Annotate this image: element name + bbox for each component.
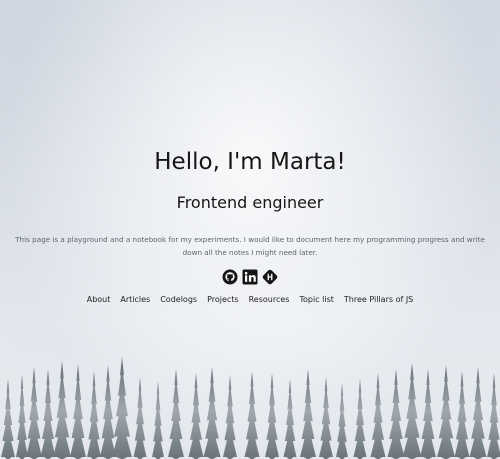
nav-link-about[interactable]: About bbox=[87, 294, 111, 306]
linkedin-icon[interactable] bbox=[242, 269, 258, 285]
hashnode-icon[interactable] bbox=[262, 269, 278, 285]
page-title: Hello, I'm Marta! bbox=[154, 149, 346, 175]
main-navigation: About Articles Codelogs Projects Resourc… bbox=[0, 294, 500, 306]
nav-link-codelogs[interactable]: Codelogs bbox=[160, 294, 197, 306]
page-subtitle: Frontend engineer bbox=[176, 193, 324, 212]
nav-link-three-pillars-of-js[interactable]: Three Pillars of JS bbox=[344, 294, 413, 306]
forest-treeline bbox=[0, 339, 500, 459]
nav-link-projects[interactable]: Projects bbox=[207, 294, 239, 306]
github-icon[interactable] bbox=[222, 269, 238, 285]
nav-link-resources[interactable]: Resources bbox=[249, 294, 290, 306]
intro-description: This page is a playground and a notebook… bbox=[15, 235, 485, 257]
nav-link-topic-list[interactable]: Topic list bbox=[299, 294, 333, 306]
nav-link-articles[interactable]: Articles bbox=[120, 294, 150, 306]
social-links bbox=[0, 269, 500, 285]
